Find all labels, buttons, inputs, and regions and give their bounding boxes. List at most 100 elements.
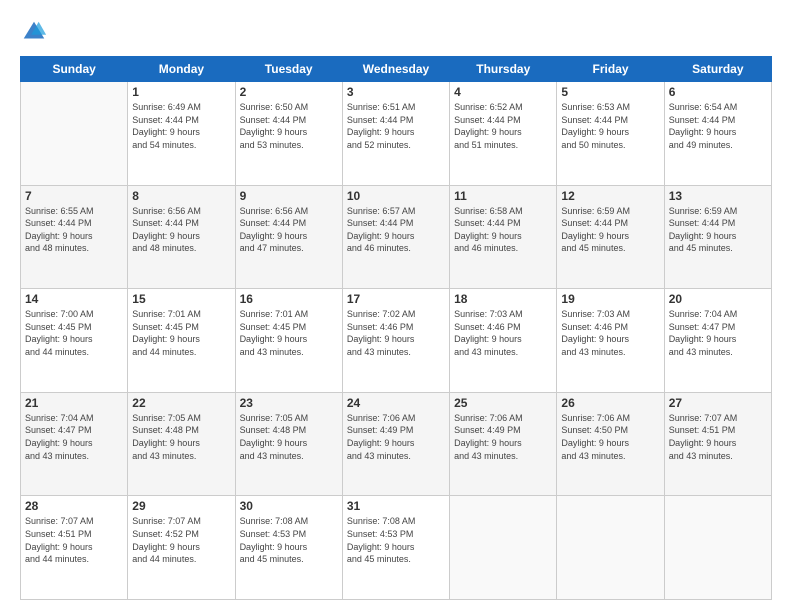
calendar-cell: 26 Sunrise: 7:06 AM Sunset: 4:50 PM Dayli… (557, 392, 664, 496)
logo (20, 18, 52, 46)
calendar-week-row: 28 Sunrise: 7:07 AM Sunset: 4:51 PM Dayli… (21, 496, 772, 600)
calendar-cell: 12 Sunrise: 6:59 AM Sunset: 4:44 PM Dayli… (557, 185, 664, 289)
day-info: Sunrise: 7:03 AM Sunset: 4:46 PM Dayligh… (561, 308, 659, 358)
calendar-cell: 16 Sunrise: 7:01 AM Sunset: 4:45 PM Dayli… (235, 289, 342, 393)
day-info: Sunrise: 7:07 AM Sunset: 4:52 PM Dayligh… (132, 515, 230, 565)
day-info: Sunrise: 6:51 AM Sunset: 4:44 PM Dayligh… (347, 101, 445, 151)
day-number: 8 (132, 189, 230, 203)
calendar-cell (21, 82, 128, 186)
calendar-cell: 18Sunrise: 7:03 AM Sunset: 4:46 PM Dayli… (450, 289, 557, 393)
calendar-cell: 21Sunrise: 7:04 AM Sunset: 4:47 PM Dayli… (21, 392, 128, 496)
day-number: 20 (669, 292, 767, 306)
calendar-cell: 4 Sunrise: 6:52 AM Sunset: 4:44 PM Daylig… (450, 82, 557, 186)
calendar-cell (450, 496, 557, 600)
day-info: Sunrise: 6:58 AM Sunset: 4:44 PM Dayligh… (454, 205, 552, 255)
day-info: Sunrise: 6:53 AM Sunset: 4:44 PM Dayligh… (561, 101, 659, 151)
day-number: 2 (240, 85, 338, 99)
day-number: 12 (561, 189, 659, 203)
calendar-cell: 24Sunrise: 7:06 AM Sunset: 4:49 PM Dayli… (342, 392, 449, 496)
day-info: Sunrise: 7:08 AM Sunset: 4:53 PM Dayligh… (240, 515, 338, 565)
calendar-cell: 30 Sunrise: 7:08 AM Sunset: 4:53 PM Dayli… (235, 496, 342, 600)
calendar-week-row: 7Sunrise: 6:55 AM Sunset: 4:44 PM Daylig… (21, 185, 772, 289)
day-info: Sunrise: 7:05 AM Sunset: 4:48 PM Dayligh… (240, 412, 338, 462)
day-number: 1 (132, 85, 230, 99)
day-number: 7 (25, 189, 123, 203)
calendar-cell: 7Sunrise: 6:55 AM Sunset: 4:44 PM Daylig… (21, 185, 128, 289)
day-info: Sunrise: 6:52 AM Sunset: 4:44 PM Dayligh… (454, 101, 552, 151)
calendar-cell: 20 Sunrise: 7:04 AM Sunset: 4:47 PM Dayli… (664, 289, 771, 393)
day-number: 16 (240, 292, 338, 306)
day-number: 13 (669, 189, 767, 203)
calendar-cell: 3 Sunrise: 6:51 AM Sunset: 4:44 PM Daylig… (342, 82, 449, 186)
calendar-cell: 19 Sunrise: 7:03 AM Sunset: 4:46 PM Dayli… (557, 289, 664, 393)
day-info: Sunrise: 7:04 AM Sunset: 4:47 PM Dayligh… (669, 308, 767, 358)
day-number: 6 (669, 85, 767, 99)
day-number: 11 (454, 189, 552, 203)
day-info: Sunrise: 6:57 AM Sunset: 4:44 PM Dayligh… (347, 205, 445, 255)
day-info: Sunrise: 7:05 AM Sunset: 4:48 PM Dayligh… (132, 412, 230, 462)
day-info: Sunrise: 6:59 AM Sunset: 4:44 PM Dayligh… (561, 205, 659, 255)
day-number: 10 (347, 189, 445, 203)
day-info: Sunrise: 7:08 AM Sunset: 4:53 PM Dayligh… (347, 515, 445, 565)
weekday-header-row: SundayMondayTuesdayWednesdayThursdayFrid… (21, 57, 772, 82)
day-info: Sunrise: 6:50 AM Sunset: 4:44 PM Dayligh… (240, 101, 338, 151)
day-info: Sunrise: 6:54 AM Sunset: 4:44 PM Dayligh… (669, 101, 767, 151)
calendar-cell: 6 Sunrise: 6:54 AM Sunset: 4:44 PM Daylig… (664, 82, 771, 186)
day-number: 23 (240, 396, 338, 410)
weekday-header-saturday: Saturday (664, 57, 771, 82)
day-number: 4 (454, 85, 552, 99)
day-info: Sunrise: 7:07 AM Sunset: 4:51 PM Dayligh… (25, 515, 123, 565)
calendar-cell: 9 Sunrise: 6:56 AM Sunset: 4:44 PM Daylig… (235, 185, 342, 289)
day-number: 9 (240, 189, 338, 203)
day-number: 22 (132, 396, 230, 410)
calendar-cell: 25Sunrise: 7:06 AM Sunset: 4:49 PM Dayli… (450, 392, 557, 496)
day-number: 29 (132, 499, 230, 513)
day-info: Sunrise: 7:01 AM Sunset: 4:45 PM Dayligh… (132, 308, 230, 358)
calendar-cell: 1Sunrise: 6:49 AM Sunset: 4:44 PM Daylig… (128, 82, 235, 186)
calendar-cell: 13 Sunrise: 6:59 AM Sunset: 4:44 PM Dayli… (664, 185, 771, 289)
day-number: 15 (132, 292, 230, 306)
calendar-cell: 2 Sunrise: 6:50 AM Sunset: 4:44 PM Daylig… (235, 82, 342, 186)
weekday-header-friday: Friday (557, 57, 664, 82)
day-number: 31 (347, 499, 445, 513)
day-info: Sunrise: 7:07 AM Sunset: 4:51 PM Dayligh… (669, 412, 767, 462)
calendar-week-row: 14 Sunrise: 7:00 AM Sunset: 4:45 PM Dayli… (21, 289, 772, 393)
calendar-cell: 23 Sunrise: 7:05 AM Sunset: 4:48 PM Dayli… (235, 392, 342, 496)
logo-icon (20, 18, 48, 46)
weekday-header-sunday: Sunday (21, 57, 128, 82)
day-info: Sunrise: 6:56 AM Sunset: 4:44 PM Dayligh… (240, 205, 338, 255)
calendar-cell: 14 Sunrise: 7:00 AM Sunset: 4:45 PM Dayli… (21, 289, 128, 393)
day-info: Sunrise: 7:00 AM Sunset: 4:45 PM Dayligh… (25, 308, 123, 358)
calendar-week-row: 21Sunrise: 7:04 AM Sunset: 4:47 PM Dayli… (21, 392, 772, 496)
day-info: Sunrise: 6:56 AM Sunset: 4:44 PM Dayligh… (132, 205, 230, 255)
calendar-week-row: 1Sunrise: 6:49 AM Sunset: 4:44 PM Daylig… (21, 82, 772, 186)
day-info: Sunrise: 7:03 AM Sunset: 4:46 PM Dayligh… (454, 308, 552, 358)
day-number: 27 (669, 396, 767, 410)
calendar-table: SundayMondayTuesdayWednesdayThursdayFrid… (20, 56, 772, 600)
weekday-header-monday: Monday (128, 57, 235, 82)
day-number: 14 (25, 292, 123, 306)
page-header (20, 18, 772, 46)
day-info: Sunrise: 7:02 AM Sunset: 4:46 PM Dayligh… (347, 308, 445, 358)
day-number: 30 (240, 499, 338, 513)
calendar-cell: 22 Sunrise: 7:05 AM Sunset: 4:48 PM Dayli… (128, 392, 235, 496)
day-info: Sunrise: 6:59 AM Sunset: 4:44 PM Dayligh… (669, 205, 767, 255)
day-info: Sunrise: 7:01 AM Sunset: 4:45 PM Dayligh… (240, 308, 338, 358)
day-info: Sunrise: 7:06 AM Sunset: 4:49 PM Dayligh… (347, 412, 445, 462)
day-number: 3 (347, 85, 445, 99)
calendar-cell (557, 496, 664, 600)
weekday-header-thursday: Thursday (450, 57, 557, 82)
calendar-cell (664, 496, 771, 600)
day-number: 26 (561, 396, 659, 410)
calendar-cell: 29 Sunrise: 7:07 AM Sunset: 4:52 PM Dayli… (128, 496, 235, 600)
calendar-cell: 10 Sunrise: 6:57 AM Sunset: 4:44 PM Dayli… (342, 185, 449, 289)
calendar-cell: 17Sunrise: 7:02 AM Sunset: 4:46 PM Dayli… (342, 289, 449, 393)
day-info: Sunrise: 7:04 AM Sunset: 4:47 PM Dayligh… (25, 412, 123, 462)
calendar-cell: 15 Sunrise: 7:01 AM Sunset: 4:45 PM Dayli… (128, 289, 235, 393)
calendar-cell: 31 Sunrise: 7:08 AM Sunset: 4:53 PM Dayli… (342, 496, 449, 600)
day-number: 28 (25, 499, 123, 513)
day-info: Sunrise: 7:06 AM Sunset: 4:50 PM Dayligh… (561, 412, 659, 462)
day-number: 19 (561, 292, 659, 306)
calendar-cell: 5Sunrise: 6:53 AM Sunset: 4:44 PM Daylig… (557, 82, 664, 186)
calendar-cell: 28 Sunrise: 7:07 AM Sunset: 4:51 PM Dayli… (21, 496, 128, 600)
